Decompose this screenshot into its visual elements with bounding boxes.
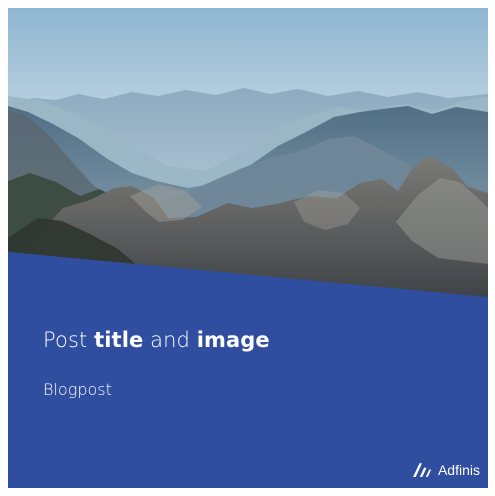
brand-name: Adfinis — [437, 462, 480, 478]
post-title-part-3: and — [143, 328, 197, 352]
adfinis-logo-icon-shape — [412, 463, 432, 477]
post-category: Blogpost — [43, 380, 112, 399]
page-frame: Post title and image Blogpost Adfinis — [0, 0, 495, 496]
post-title: Post title and image — [43, 328, 270, 352]
brand-lockup: Adfinis — [412, 462, 480, 478]
post-card[interactable]: Post title and image Blogpost Adfinis — [8, 8, 488, 488]
post-title-part-1: Post — [43, 328, 95, 352]
blue-panel-shape — [8, 252, 488, 488]
post-title-part-4: image — [196, 328, 270, 352]
post-title-part-2: title — [94, 328, 144, 352]
blue-panel — [8, 8, 488, 488]
adfinis-logo-icon — [412, 462, 432, 478]
